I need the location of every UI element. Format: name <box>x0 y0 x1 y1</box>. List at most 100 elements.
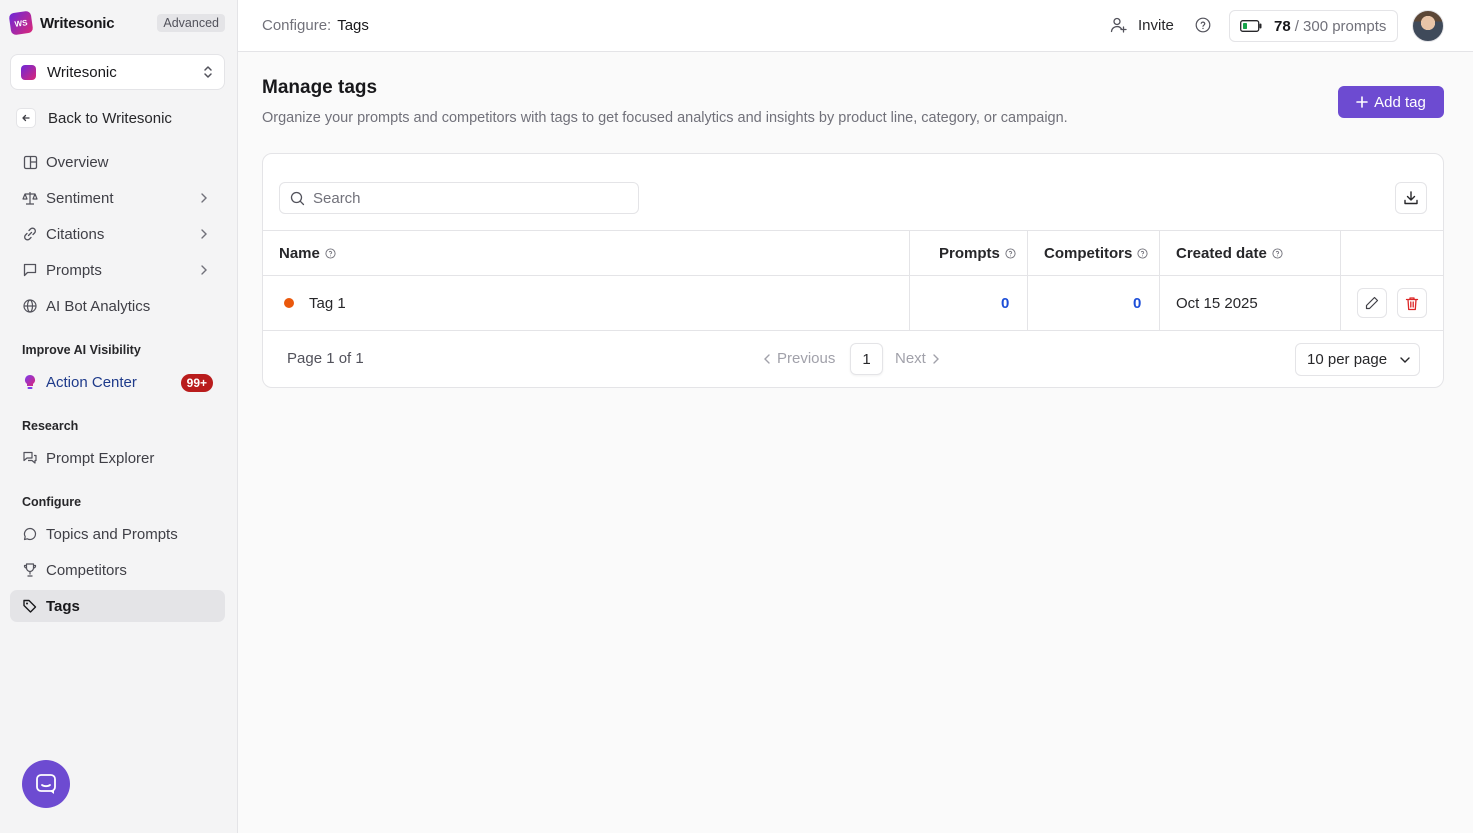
page-subtitle: Organize your prompts and competitors wi… <box>262 110 1068 126</box>
next-page-button[interactable]: Next <box>895 350 940 367</box>
sidebar: WS Writesonic Advanced Writesonic Back t… <box>0 0 238 833</box>
user-plus-icon <box>1110 17 1127 33</box>
topbar: Configure: Tags Invite 78 / 300 prompts <box>238 0 1473 52</box>
column-divider <box>1027 231 1028 275</box>
chevron-right-icon <box>933 353 939 364</box>
sidebar-item-label: Action Center <box>46 373 137 391</box>
column-header-prompts[interactable]: Prompts <box>939 231 1016 275</box>
sidebar-item-label: Sentiment <box>46 189 114 207</box>
sidebar-item-label: Overview <box>46 153 109 171</box>
sidebar-item-topics-and-prompts[interactable]: Topics and Prompts <box>10 518 225 550</box>
help-circle-icon[interactable] <box>1272 247 1283 259</box>
download-button[interactable] <box>1395 182 1427 214</box>
sidebar-item-label: Topics and Prompts <box>46 525 178 543</box>
tag-name-cell: Tag 1 <box>284 276 346 330</box>
sidebar-item-overview[interactable]: Overview <box>10 146 225 178</box>
sidebar-item-label: AI Bot Analytics <box>46 297 151 315</box>
table-row[interactable]: Tag 1 0 0 Oct 15 2025 <box>263 276 1443 331</box>
search-box <box>279 182 639 214</box>
trophy-icon <box>22 562 38 578</box>
battery-icon <box>1240 20 1262 32</box>
sidebar-item-competitors[interactable]: Competitors <box>10 554 225 586</box>
previous-label: Previous <box>777 350 836 367</box>
add-tag-label: Add tag <box>1374 93 1426 111</box>
link-icon <box>22 226 38 242</box>
column-label: Name <box>279 244 320 262</box>
sidebar-item-label: Prompts <box>46 261 102 279</box>
edit-button[interactable] <box>1357 288 1387 318</box>
chevron-right-icon <box>201 229 207 239</box>
tags-table-card: Name Prompts Competitors Created date Ta… <box>262 153 1444 388</box>
arrow-left-icon <box>16 108 36 128</box>
workspace-name: Writesonic <box>47 63 117 81</box>
globe-icon <box>22 298 38 314</box>
chevron-right-icon <box>201 193 207 203</box>
breadcrumb-prefix: Configure: <box>262 17 332 34</box>
invite-button[interactable]: Invite <box>1110 16 1174 34</box>
competitors-count-link[interactable]: 0 <box>1133 276 1141 330</box>
plus-icon <box>1356 96 1368 108</box>
section-heading-research: Research <box>22 419 79 433</box>
delete-button[interactable] <box>1397 288 1427 318</box>
download-icon <box>1404 191 1418 205</box>
help-icon[interactable] <box>1195 17 1211 33</box>
message-square-icon <box>22 262 38 278</box>
trash-icon <box>1405 296 1419 310</box>
support-chat-button[interactable] <box>22 760 70 808</box>
column-header-created-date[interactable]: Created date <box>1176 231 1283 275</box>
tag-color-dot <box>284 298 294 308</box>
sidebar-item-prompts[interactable]: Prompts <box>10 254 225 286</box>
column-divider <box>1340 231 1341 275</box>
sidebar-item-sentiment[interactable]: Sentiment <box>10 182 225 214</box>
user-avatar[interactable] <box>1412 10 1444 42</box>
previous-page-button[interactable]: Previous <box>763 350 835 367</box>
tag-name: Tag 1 <box>309 294 346 312</box>
column-divider <box>1159 276 1160 330</box>
pagination-info: Page 1 of 1 <box>287 350 364 367</box>
help-circle-icon[interactable] <box>1137 247 1148 259</box>
brand: WS Writesonic Advanced <box>8 10 225 36</box>
column-divider <box>1159 231 1160 275</box>
created-date: Oct 15 2025 <box>1176 294 1258 312</box>
invite-label: Invite <box>1138 16 1174 34</box>
prompts-count-link[interactable]: 0 <box>1001 276 1009 330</box>
column-label: Prompts <box>939 244 1000 262</box>
sidebar-item-tags[interactable]: Tags <box>10 590 225 622</box>
sidebar-item-ai-bot-analytics[interactable]: AI Bot Analytics <box>10 290 225 322</box>
page-title: Manage tags <box>262 77 378 98</box>
layout-icon <box>22 154 38 170</box>
back-to-writesonic-link[interactable]: Back to Writesonic <box>16 108 172 128</box>
per-page-value: 10 per page <box>1307 351 1388 368</box>
chevron-up-down-icon <box>204 66 212 78</box>
per-page-select[interactable]: 10 per page <box>1295 343 1420 376</box>
chevron-left-icon <box>764 353 770 364</box>
sidebar-item-citations[interactable]: Citations <box>10 218 225 250</box>
column-divider <box>909 276 910 330</box>
notification-count-badge: 99+ <box>180 374 213 392</box>
breadcrumb-current: Tags <box>337 17 369 34</box>
column-header-name[interactable]: Name <box>279 231 336 275</box>
message-circle-icon <box>22 526 38 542</box>
lightbulb-icon <box>22 374 38 390</box>
search-input[interactable] <box>313 189 613 207</box>
column-divider <box>1027 276 1028 330</box>
sidebar-item-action-center[interactable]: Action Center 99+ <box>10 366 225 398</box>
help-circle-icon[interactable] <box>325 247 336 259</box>
column-header-competitors[interactable]: Competitors <box>1044 231 1148 275</box>
section-heading-improve: Improve AI Visibility <box>22 343 141 357</box>
help-circle-icon[interactable] <box>1005 247 1016 259</box>
chat-icon <box>36 774 56 794</box>
chevron-right-icon <box>201 265 207 275</box>
row-actions <box>1357 276 1427 330</box>
add-tag-button[interactable]: Add tag <box>1338 86 1444 118</box>
messages-icon <box>22 450 38 466</box>
page-number-button[interactable]: 1 <box>850 343 883 375</box>
breadcrumb: Configure: Tags <box>262 17 369 34</box>
sidebar-item-label: Prompt Explorer <box>46 449 155 467</box>
quota-total: / 300 prompts <box>1294 17 1387 35</box>
column-label: Competitors <box>1044 244 1133 262</box>
prompt-quota-indicator[interactable]: 78 / 300 prompts <box>1229 10 1398 42</box>
sidebar-item-label: Competitors <box>46 561 127 579</box>
workspace-switcher[interactable]: Writesonic <box>10 54 225 90</box>
sidebar-item-prompt-explorer[interactable]: Prompt Explorer <box>10 442 225 474</box>
